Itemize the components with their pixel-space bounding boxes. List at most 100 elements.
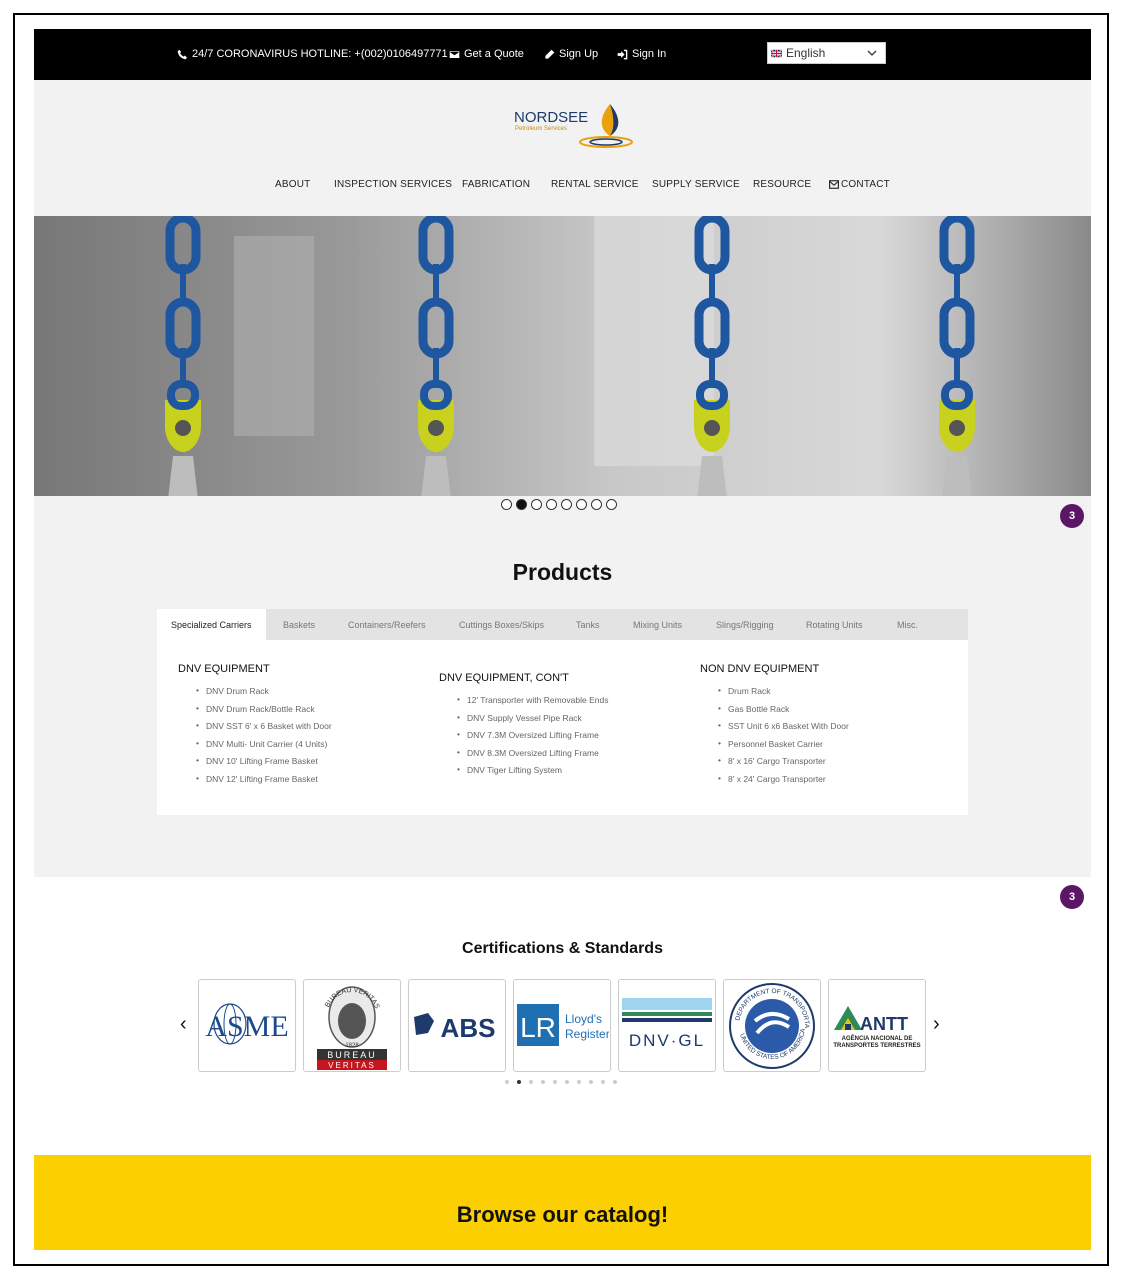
- nav-resource[interactable]: RESOURCE: [753, 179, 811, 190]
- language-label: English: [786, 46, 826, 60]
- product-tabs: Specialized Carriers Baskets Containers/…: [157, 609, 968, 640]
- sign-in-text: Sign In: [632, 48, 667, 60]
- carousel-dot[interactable]: [577, 1080, 581, 1084]
- bv-text: BUREAU: [327, 1050, 377, 1060]
- asme-logo[interactable]: ASME: [198, 979, 296, 1072]
- tab-specialized-carriers[interactable]: Specialized Carriers: [157, 609, 266, 640]
- nav-rental-service[interactable]: RENTAL SERVICE: [551, 179, 639, 190]
- slider-dot[interactable]: [531, 499, 542, 510]
- carousel-pagination: [505, 1080, 617, 1084]
- tab-panel: DNV EQUIPMENT DNV Drum Rack DNV Drum Rac…: [157, 640, 968, 815]
- product-item[interactable]: DNV 7.3M Oversized Lifting Frame: [457, 729, 608, 748]
- dnv-gl-logo[interactable]: DNV·GL: [618, 979, 716, 1072]
- sign-in-link[interactable]: Sign In: [617, 48, 666, 60]
- chevron-left-icon[interactable]: ‹: [180, 1013, 187, 1036]
- slider-dot[interactable]: [591, 499, 602, 510]
- hero-slider[interactable]: [34, 216, 1091, 496]
- product-item[interactable]: Personnel Basket Carrier: [718, 738, 849, 757]
- nav-contact[interactable]: CONTACT: [829, 179, 890, 190]
- products-title: Products: [512, 559, 613, 585]
- phone-icon: [177, 49, 187, 59]
- logo-tagline: Petroleum Services: [515, 126, 567, 132]
- tab-cuttings-boxes-skips[interactable]: Cuttings Boxes/Skips: [459, 609, 544, 640]
- product-item[interactable]: DNV 10' Lifting Frame Basket: [196, 755, 332, 774]
- us-dot-logo[interactable]: DEPARTMENT OF TRANSPORTATION UNITED STAT…: [723, 979, 821, 1072]
- nav-fabrication[interactable]: FABRICATION: [462, 179, 530, 190]
- tab-tanks[interactable]: Tanks: [576, 609, 600, 640]
- tab-rotating-units[interactable]: Rotating Units: [806, 609, 863, 640]
- carousel-dot[interactable]: [553, 1080, 557, 1084]
- hero-image: [34, 216, 1091, 496]
- carousel-dot[interactable]: [613, 1080, 617, 1084]
- catalog-banner[interactable]: Browse our catalog!: [34, 1155, 1091, 1250]
- product-item[interactable]: 8' x 24' Cargo Transporter: [718, 773, 849, 792]
- slider-dot[interactable]: [516, 499, 527, 510]
- product-item[interactable]: SST Unit 6 x6 Basket With Door: [718, 720, 849, 739]
- hotline-link[interactable]: 24/7 CORONAVIRUS HOTLINE: +(002)01064977…: [177, 48, 448, 60]
- logo-name: NORDSEE: [514, 109, 588, 126]
- sign-up-link[interactable]: Sign Up: [544, 48, 598, 60]
- product-list: 12' Transporter with Removable Ends DNV …: [457, 694, 608, 783]
- notification-badge[interactable]: 3: [1060, 885, 1084, 909]
- abs-text: ABS: [441, 1013, 496, 1043]
- carousel-dot[interactable]: [565, 1080, 569, 1084]
- nordsee-logo[interactable]: NORDSEE Petroleum Services: [514, 102, 640, 154]
- slider-dot[interactable]: [501, 499, 512, 510]
- product-item[interactable]: DNV Tiger Lifting System: [457, 764, 608, 783]
- language-select[interactable]: English: [767, 42, 886, 64]
- product-item[interactable]: 8' x 16' Cargo Transporter: [718, 755, 849, 774]
- get-quote-link[interactable]: Get a Quote: [449, 48, 524, 60]
- product-item[interactable]: DNV 8.3M Oversized Lifting Frame: [457, 747, 608, 766]
- product-item[interactable]: Drum Rack: [718, 685, 849, 704]
- sign-up-text: Sign Up: [559, 48, 599, 60]
- product-item[interactable]: DNV Supply Vessel Pipe Rack: [457, 712, 608, 731]
- product-item[interactable]: DNV SST 6' x 6 Basket with Door: [196, 720, 332, 739]
- slider-dot[interactable]: [576, 499, 587, 510]
- carousel-dot[interactable]: [529, 1080, 533, 1084]
- antt-text: ANTT: [860, 1014, 908, 1034]
- chevron-down-icon: [867, 50, 877, 56]
- lr-text: Lloyd's: [565, 1012, 602, 1026]
- tab-misc[interactable]: Misc.: [897, 609, 918, 640]
- slider-dot[interactable]: [561, 499, 572, 510]
- dnv-text: DNV·GL: [629, 1031, 705, 1050]
- bureau-veritas-logo[interactable]: BUREAU VERITAS 1828 BUREAU VERITAS: [303, 979, 401, 1072]
- carousel-dot[interactable]: [541, 1080, 545, 1084]
- antt-logo[interactable]: ANTT AGÊNCIA NACIONAL DE TRANSPORTES TER…: [828, 979, 926, 1072]
- bv-year: 1828: [345, 1043, 359, 1049]
- carousel-dot[interactable]: [505, 1080, 509, 1084]
- column-heading: NON DNV EQUIPMENT: [700, 663, 820, 675]
- slider-dot[interactable]: [546, 499, 557, 510]
- slider-dot[interactable]: [606, 499, 617, 510]
- tab-slings-rigging[interactable]: Slings/Rigging: [716, 609, 774, 640]
- tab-mixing-units[interactable]: Mixing Units: [633, 609, 682, 640]
- products-section: 3 Products Specialized Carriers Baskets …: [34, 496, 1091, 877]
- carousel-dot[interactable]: [589, 1080, 593, 1084]
- pencil-icon: [545, 49, 555, 59]
- get-quote-text: Get a Quote: [464, 48, 524, 60]
- product-item[interactable]: DNV Multi- Unit Carrier (4 Units): [196, 738, 332, 757]
- tab-containers-reefers[interactable]: Containers/Reefers: [348, 609, 426, 640]
- nav-inspection-services[interactable]: INSPECTION SERVICES: [334, 179, 452, 190]
- carousel-dot[interactable]: [601, 1080, 605, 1084]
- lloyds-register-logo[interactable]: LR Lloyd's Register: [513, 979, 611, 1072]
- envelope-icon: [829, 180, 839, 189]
- nav-about[interactable]: ABOUT: [275, 179, 310, 190]
- abs-logo[interactable]: ABS: [408, 979, 506, 1072]
- product-list: Drum Rack Gas Bottle Rack SST Unit 6 x6 …: [718, 685, 849, 792]
- catalog-text: Browse our catalog!: [456, 1202, 669, 1227]
- product-item[interactable]: DNV Drum Rack/Bottle Rack: [196, 703, 332, 722]
- tab-baskets[interactable]: Baskets: [283, 609, 315, 640]
- nav-supply-service[interactable]: SUPPLY SERVICE: [652, 179, 740, 190]
- carousel-dot[interactable]: [517, 1080, 521, 1084]
- product-item[interactable]: Gas Bottle Rack: [718, 703, 849, 722]
- notification-badge[interactable]: 3: [1060, 504, 1084, 528]
- site-header: NORDSEE Petroleum Services ABOUT INSPECT…: [34, 80, 1091, 216]
- chevron-right-icon[interactable]: ›: [933, 1013, 940, 1036]
- product-list: DNV Drum Rack DNV Drum Rack/Bottle Rack …: [196, 685, 332, 792]
- antt-subtext: AGÊNCIA NACIONAL DE: [842, 1034, 913, 1042]
- product-item[interactable]: DNV Drum Rack: [196, 685, 332, 704]
- product-item[interactable]: 12' Transporter with Removable Ends: [457, 694, 608, 713]
- nav-contact-label: CONTACT: [841, 179, 890, 190]
- product-item[interactable]: DNV 12' Lifting Frame Basket: [196, 773, 332, 792]
